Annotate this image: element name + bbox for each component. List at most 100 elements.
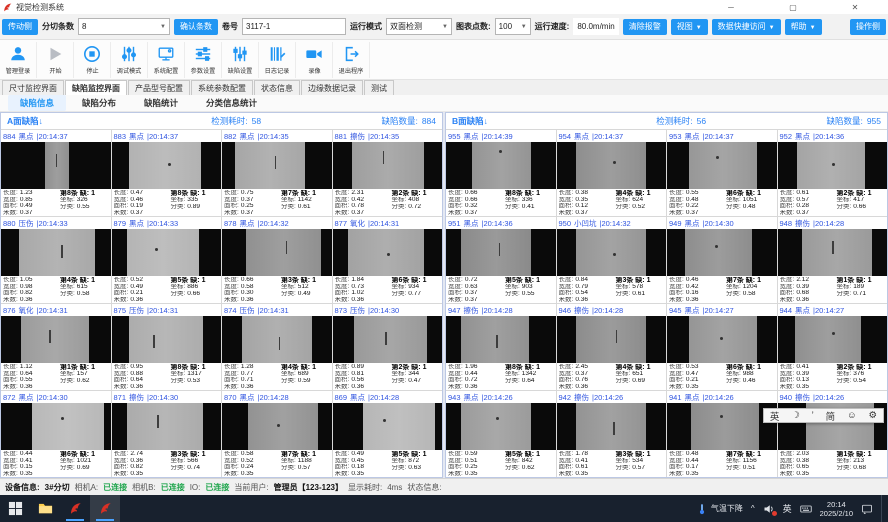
toolbar-button-log[interactable]: 日志记录 — [259, 42, 296, 78]
tab-7[interactable]: 测试 — [364, 80, 394, 95]
notification-center-icon[interactable] — [861, 503, 873, 515]
quick-access-menu-button[interactable]: 数据快捷访问▼ — [712, 19, 781, 35]
file-explorer-button[interactable] — [30, 495, 60, 522]
tab-1[interactable]: 尺寸监控界面 — [2, 80, 64, 95]
defect-cell[interactable]: 953黑点|20:14:37长度:0.55宽度:0.48面积:0.22米数:0.… — [667, 130, 777, 216]
ime-keyboard-icon[interactable] — [800, 503, 812, 515]
run-mode-select[interactable]: 双面检测 ▼ — [386, 18, 452, 35]
help-menu-button[interactable]: 帮助▼ — [785, 19, 822, 35]
defect-cell[interactable]: 942擦伤|20:14:26长度:1.78宽度:0.41面积:0.61米数:0.… — [557, 391, 667, 477]
defect-cell[interactable]: 874压伤|20:14:31长度:1.28宽度:0.77面积:0.71米数:0.… — [222, 304, 332, 390]
defect-cell[interactable]: 947擦伤|20:14:28长度:1.96宽度:0.44面积:0.72米数:0.… — [446, 304, 556, 390]
tab-6[interactable]: 边缘数据记录 — [301, 80, 363, 95]
defect-cell[interactable]: 878黑点|20:14:32长度:0.66宽度:0.58面积:0.30米数:0.… — [222, 217, 332, 303]
show-desktop-button[interactable] — [881, 495, 884, 522]
defect-cell[interactable]: 941黑点|20:14:26长度:0.48宽度:0.44面积:0.17米数:0.… — [667, 391, 777, 477]
defect-cell[interactable]: 948擦伤|20:14:28长度:2.12宽度:0.39面积:0.68米数:0.… — [778, 217, 888, 303]
defect-cell[interactable]: 945黑点|20:14:27长度:0.53宽度:0.47面积:0.21米数:0.… — [667, 304, 777, 390]
subtab-2[interactable]: 缺陷分布 — [70, 95, 128, 111]
defect-cell[interactable]: 869黑点|20:14:28长度:0.49宽度:0.45面积:0.18米数:0.… — [333, 391, 443, 477]
defect-cell[interactable]: 951黑点|20:14:36长度:0.72宽度:0.63面积:0.37米数:0.… — [446, 217, 556, 303]
toolbar-button-stop[interactable]: 停止 — [74, 42, 111, 78]
class-label: 分类: — [615, 378, 630, 385]
defect-cell[interactable]: 875压伤|20:14:31长度:0.95宽度:0.88面积:0.64米数:0.… — [112, 304, 222, 390]
ime-simplified-mode[interactable]: 简 — [826, 409, 836, 423]
ime-toolbar[interactable]: 英 ☽ ’ 简 ☺ ⚙ — [763, 408, 884, 423]
toolbar-button-play[interactable]: 开始 — [37, 42, 74, 78]
toolbar-button-camera[interactable]: 录像 — [296, 42, 333, 78]
toolbar-button-user[interactable]: 管理登录 — [0, 42, 37, 78]
roll-number-input[interactable] — [242, 18, 346, 35]
sub-tabs: 缺陷信息缺陷分布缺陷统计分类信息统计 — [0, 95, 888, 112]
defect-position: 第8条 缺: 1坐标:336分类:0.41 — [505, 190, 554, 216]
subtab-1[interactable]: 缺陷信息 — [8, 95, 66, 111]
toolbar-button-tune[interactable]: 调试模式 — [111, 42, 148, 78]
detection-app-button-1[interactable] — [60, 495, 90, 522]
defect-cell[interactable]: 882黑点|20:14:35长度:0.75宽度:0.37面积:0.25米数:0.… — [222, 130, 332, 216]
defect-cell[interactable]: 871擦伤|20:14:30长度:2.74宽度:0.36面积:0.82米数:0.… — [112, 391, 222, 477]
clock[interactable]: 20:14 2025/2/10 — [820, 500, 853, 518]
defect-cell[interactable]: 884黑点|20:14:37长度:1.23宽度:0.85面积:0.49米数:0.… — [1, 130, 111, 216]
defect-cell[interactable]: 943黑点|20:14:26长度:0.59宽度:0.51面积:0.25米数:0.… — [446, 391, 556, 477]
defect-cell-title: 947擦伤|20:14:28 — [446, 304, 556, 316]
defect-cell[interactable]: 876氧化|20:14:31长度:1.12宽度:0.64面积:0.55米数:0.… — [1, 304, 111, 390]
ime-settings-icon[interactable]: ⚙ — [869, 410, 878, 421]
defect-cell[interactable]: 870黑点|20:14:28长度:0.58宽度:0.52面积:0.24米数:0.… — [222, 391, 332, 477]
ime-lang-mode[interactable]: 英 — [770, 409, 780, 423]
defect-cell[interactable]: 949黑点|20:14:30长度:0.46宽度:0.42面积:0.16米数:0.… — [667, 217, 777, 303]
defect-cell[interactable]: 879黑点|20:14:33长度:0.52宽度:0.49面积:0.21米数:0.… — [112, 217, 222, 303]
defect-cell[interactable]: 952黑点|20:14:36长度:0.61宽度:0.57面积:0.28米数:0.… — [778, 130, 888, 216]
language-indicator[interactable]: 英 — [783, 502, 792, 515]
defect-cell[interactable]: 940擦伤|20:14:26长度:2.03宽度:0.38面积:0.65米数:0.… — [778, 391, 888, 477]
toolbar-button-sliders[interactable]: 参数设置 — [185, 42, 222, 78]
chart-points-select[interactable]: 100 ▼ — [495, 18, 531, 35]
tab-5[interactable]: 状态信息 — [254, 80, 300, 95]
volume-icon[interactable] — [763, 503, 775, 515]
view-menu-button[interactable]: 视图▼ — [671, 19, 708, 35]
metric-label: 宽度: — [3, 284, 18, 291]
metric-label: 米数: — [114, 297, 129, 303]
detection-app-button-2[interactable] — [90, 495, 120, 522]
defect-info: 长度:0.46宽度:0.42面积:0.16米数:0.36第7条 缺: 1坐标:1… — [667, 276, 777, 303]
clear-alarm-button[interactable]: 清除报警 — [623, 19, 667, 35]
toolbar-button-exit[interactable]: 退出程序 — [333, 42, 370, 78]
defect-cell[interactable]: 944黑点|20:14:27长度:0.41宽度:0.39面积:0.13米数:0.… — [778, 304, 888, 390]
close-button[interactable]: ✕ — [824, 3, 886, 12]
start-button[interactable] — [0, 495, 30, 522]
defect-type: 黑点 — [685, 393, 700, 402]
ime-emoji-icon[interactable]: ☺ — [847, 410, 857, 421]
defect-cell[interactable]: 881擦伤|20:14:35长度:2.31宽度:0.42面积:0.78米数:0.… — [333, 130, 443, 216]
defect-cell[interactable]: 954黑点|20:14:37长度:0.38宽度:0.35面积:0.12米数:0.… — [557, 130, 667, 216]
defect-position: 第5条 缺: 1坐标:872分类:0.63 — [391, 451, 440, 477]
tab-3[interactable]: 产品型号配置 — [128, 80, 190, 95]
toolbar-button-monitor[interactable]: 系统配置 — [148, 42, 185, 78]
subtab-3[interactable]: 缺陷统计 — [132, 95, 190, 111]
class-label: 分类: — [391, 378, 406, 385]
defect-cell[interactable]: 877氧化|20:14:31长度:1.84宽度:0.73面积:1.02米数:0.… — [333, 217, 443, 303]
defect-cell[interactable]: 880压伤|20:14:33长度:1.05宽度:0.98面积:0.82米数:0.… — [1, 217, 111, 303]
maximize-button[interactable]: ▢ — [762, 3, 824, 12]
defect-cell[interactable]: 873压伤|20:14:30长度:0.89宽度:0.81面积:0.56米数:0.… — [333, 304, 443, 390]
tab-4[interactable]: 系统参数配置 — [191, 80, 253, 95]
operator-side-button[interactable]: 操作侧 — [850, 19, 886, 35]
defect-cell[interactable]: 950小凹坑|20:14:32长度:0.84宽度:0.79面积:0.54米数:0… — [557, 217, 667, 303]
drive-side-button[interactable]: 传动侧 — [2, 19, 38, 35]
tray-expand-icon[interactable]: ^ — [751, 504, 755, 513]
steel-strip-band — [797, 142, 865, 189]
minimize-button[interactable]: ─ — [700, 3, 762, 12]
defect-cell[interactable]: 883黑点|20:14:37长度:0.47宽度:0.46面积:0.19米数:0.… — [112, 130, 222, 216]
defect-cell[interactable]: 955黑点|20:14:39长度:0.66宽度:0.66面积:0.32米数:0.… — [446, 130, 556, 216]
ime-moon-icon[interactable]: ☽ — [791, 410, 800, 421]
weather-widget[interactable]: 气温下降 — [696, 503, 743, 515]
slit-count-label: 分切条数 — [42, 21, 74, 32]
defect-info: 长度:0.38宽度:0.35面积:0.12米数:0.37第4条 缺: 1坐标:6… — [557, 189, 667, 216]
confirm-slit-button[interactable]: 确认条数 — [174, 19, 218, 35]
ime-punct-icon[interactable]: ’ — [812, 410, 814, 421]
toolbar-button-levels[interactable]: 缺陷设置 — [222, 42, 259, 78]
defect-cell[interactable]: 946擦伤|20:14:28长度:2.45宽度:0.37面积:0.76米数:0.… — [557, 304, 667, 390]
subtab-4[interactable]: 分类信息统计 — [194, 95, 269, 111]
slit-count-select[interactable]: 8 ▼ — [78, 18, 170, 35]
tab-2[interactable]: 缺陷监控界面 — [65, 80, 127, 95]
defect-cell[interactable]: 872黑点|20:14:30长度:0.44宽度:0.41面积:0.15米数:0.… — [1, 391, 111, 477]
defect-metrics: 长度:0.89宽度:0.81面积:0.56米数:0.36 — [335, 364, 392, 390]
